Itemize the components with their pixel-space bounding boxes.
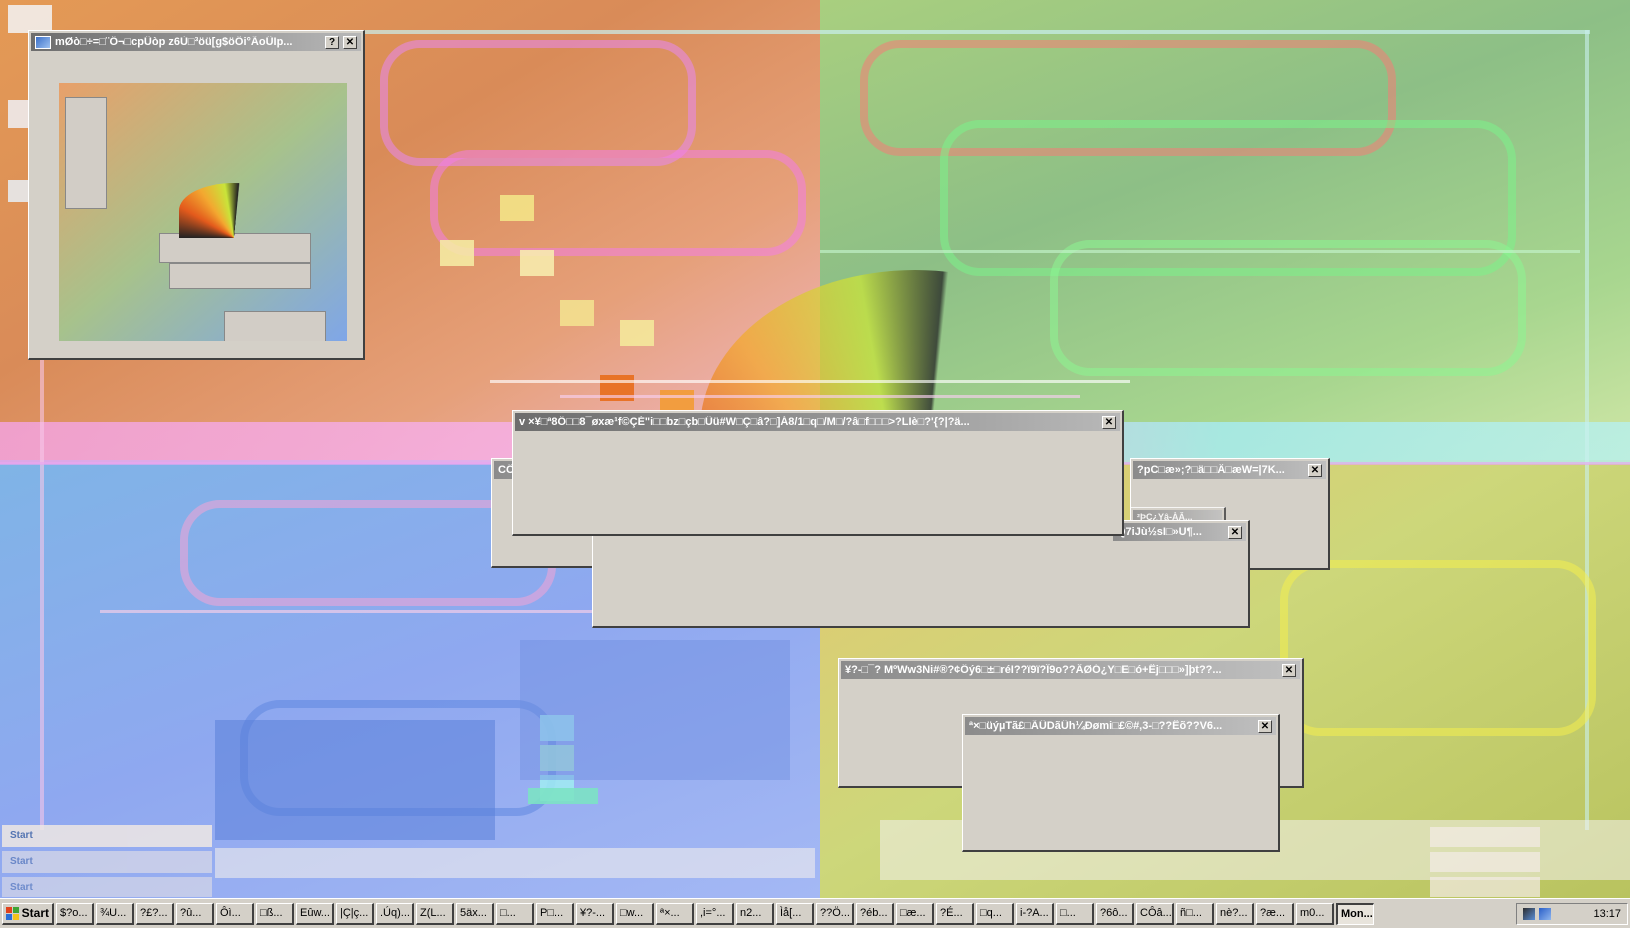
window-titlebar[interactable]: mØò□÷=□¨Ö¬□cpÜòp z6Ù□³öü[g$öÖi°ÃoÜIp... … xyxy=(31,33,361,51)
taskbar-task-button[interactable]: m0... xyxy=(1296,902,1334,925)
taskbar: Start $?o... ¾U... ?£?... ?û... Ôì... □ß... Eû… xyxy=(0,898,1630,928)
taskbar-task-button[interactable]: .Úq)... xyxy=(376,902,414,925)
scanline xyxy=(820,250,1580,253)
taskbar-task-button[interactable]: ?æ... xyxy=(1256,902,1294,925)
glitch-block xyxy=(620,320,654,346)
glitch-stroke xyxy=(1280,560,1596,736)
taskbar-task-button[interactable]: ¾U... xyxy=(96,902,134,925)
taskbar-task-button[interactable]: Ôì... xyxy=(216,902,254,925)
clock[interactable]: 13:17 xyxy=(1593,908,1621,920)
glitch-stroke xyxy=(380,40,696,166)
taskbar-task-button[interactable]: |Ç|ç... xyxy=(336,902,374,925)
window-title: mØò□÷=□¨Ö¬□cpÜòp z6Ù□³öü[g$öÖi°ÃoÜIp... xyxy=(55,36,293,48)
preview-window xyxy=(65,97,107,209)
taskbar-task-button[interactable]: n2... xyxy=(736,902,774,925)
taskbar-task-button[interactable]: ??Ö... xyxy=(816,902,854,925)
glitch-window[interactable]: ª×□üýµTã£□ÃÛDãÜh¼Ðømi□£©#,3-□??Ëõ??V6...… xyxy=(962,714,1280,852)
window-titlebar[interactable]: ¥?-□¯? MºWw3Ni#®?¢Ôý6□±□réI??ï9ï?Î9o??ÂØ… xyxy=(841,661,1300,679)
glitch-block xyxy=(215,720,495,840)
ghost-start-button: Start xyxy=(2,851,212,873)
glitch-window[interactable]: Q7iJù½sI□»U¶... ✕ xyxy=(592,520,1250,628)
scanline xyxy=(490,380,1130,383)
desktop-icon[interactable] xyxy=(8,5,52,33)
window-title: ?pC□æ»;?□ä□□Ä□æW=|7K... xyxy=(1137,464,1285,476)
close-button[interactable]: ✕ xyxy=(1228,525,1242,539)
window-titlebar[interactable]: Q7iJù½sI□»U¶... ✕ xyxy=(1113,523,1246,541)
ghost-start-button: Start xyxy=(2,877,212,897)
window-title: Q7iJù½sI□»U¶... xyxy=(1117,526,1202,538)
window-title: ¥?-□¯? MºWw3Ni#®?¢Ôý6□±□réI??ï9ï?Î9o??ÂØ… xyxy=(845,664,1222,676)
glitch-stroke xyxy=(1050,240,1526,376)
taskbar-task-button[interactable]: Eûw... xyxy=(296,902,334,925)
windows-flag-icon xyxy=(6,906,19,920)
start-label: Start xyxy=(21,906,49,920)
task-button-list: $?o... ¾U... ?£?... ?û... Ôì... □ß... Eûw... |Ç… xyxy=(56,902,1374,925)
desktop-preview xyxy=(59,83,347,341)
ghost-start-button: Start xyxy=(2,825,212,847)
glitch-block xyxy=(520,250,554,276)
monitor-icon[interactable] xyxy=(1539,907,1551,920)
preview-window xyxy=(224,311,326,341)
taskbar-task-button[interactable]: Z(L... xyxy=(416,902,454,925)
close-button[interactable]: ✕ xyxy=(1102,415,1116,429)
close-button[interactable]: ✕ xyxy=(343,35,357,49)
taskbar-task-button[interactable]: 5äx... xyxy=(456,902,494,925)
scanline xyxy=(560,395,1080,398)
glitch-block xyxy=(520,640,790,780)
taskbar-task-button[interactable]: P□... xyxy=(536,902,574,925)
taskbar-task-button[interactable]: ª×... xyxy=(656,902,694,925)
window-titlebar[interactable]: ª×□üýµTã£□ÃÛDãÜh¼Ðømi□£©#,3-□??Ëõ??V6...… xyxy=(965,717,1276,735)
system-tray: 13:17 xyxy=(1516,902,1628,925)
taskbar-task-button[interactable]: ?û... xyxy=(176,902,214,925)
window-title: ª×□üýµTã£□ÃÛDãÜh¼Ðømi□£©#,3-□??Ëõ??V6... xyxy=(969,720,1223,732)
glitch-stroke xyxy=(430,150,806,256)
taskbar-task-button[interactable]: ?£?... xyxy=(136,902,174,925)
preview-window xyxy=(169,263,311,289)
taskbar-task-button[interactable]: □ß... xyxy=(256,902,294,925)
close-button[interactable]: ✕ xyxy=(1258,719,1272,733)
ghost-tray xyxy=(1430,877,1540,897)
taskbar-task-button[interactable]: □w... xyxy=(616,902,654,925)
taskbar-task-button[interactable]: ?6ô... xyxy=(1096,902,1134,925)
window-titlebar[interactable]: v ×¥□ª8Ö□□8¯øxæ¹f©ÇÉ"i□□bz□çb□Üü#W□Ç□â?□… xyxy=(515,413,1120,431)
help-button[interactable]: ? xyxy=(325,35,339,49)
start-button[interactable]: Start xyxy=(2,902,54,925)
close-button[interactable]: ✕ xyxy=(1282,663,1296,677)
glitch-block xyxy=(560,300,594,326)
taskbar-task-button[interactable]: □... xyxy=(1056,902,1094,925)
taskbar-task-button[interactable]: ,i=°... xyxy=(696,902,734,925)
taskbar-task-button[interactable]: □... xyxy=(496,902,534,925)
taskbar-task-button[interactable]: nè?... xyxy=(1216,902,1254,925)
glitch-band xyxy=(215,848,815,878)
close-button[interactable]: ✕ xyxy=(1308,463,1322,477)
glitch-block xyxy=(500,195,534,221)
taskbar-task-button[interactable]: Ìå[... xyxy=(776,902,814,925)
taskbar-task-button[interactable]: □q... xyxy=(976,902,1014,925)
taskbar-task-button[interactable]: ?éb... xyxy=(856,902,894,925)
taskbar-task-button[interactable]: ñ□... xyxy=(1176,902,1214,925)
taskbar-task-button[interactable]: Mon... xyxy=(1336,902,1374,925)
main-glitch-window[interactable]: v ×¥□ª8Ö□□8¯øxæ¹f©ÇÉ"i□□bz□çb□Üü#W□Ç□â?□… xyxy=(512,410,1124,536)
preview-logo xyxy=(179,183,289,238)
network-icon[interactable] xyxy=(1523,907,1535,920)
desktop-icon-label[interactable] xyxy=(528,788,598,804)
taskbar-task-button[interactable]: ?É... xyxy=(936,902,974,925)
taskbar-task-button[interactable]: i-?A... xyxy=(1016,902,1054,925)
display-properties-window[interactable]: mØò□÷=□¨Ö¬□cpÜòp z6Ù□³öü[g$öÖi°ÃoÜIp... … xyxy=(28,30,365,360)
taskbar-task-button[interactable]: ¥?-... xyxy=(576,902,614,925)
glitch-block xyxy=(440,240,474,266)
taskbar-task-button[interactable]: □æ... xyxy=(896,902,934,925)
window-title: v ×¥□ª8Ö□□8¯øxæ¹f©ÇÉ"i□□bz□çb□Üü#W□Ç□â?□… xyxy=(519,416,970,428)
taskbar-task-button[interactable]: $?o... xyxy=(56,902,94,925)
window-titlebar[interactable]: ?pC□æ»;?□ä□□Ä□æW=|7K... ✕ xyxy=(1133,461,1326,479)
ghost-tray xyxy=(1430,852,1540,872)
taskbar-task-button[interactable]: CÔâ... xyxy=(1136,902,1174,925)
window-app-icon xyxy=(35,35,51,49)
ghost-tray xyxy=(1430,827,1540,847)
